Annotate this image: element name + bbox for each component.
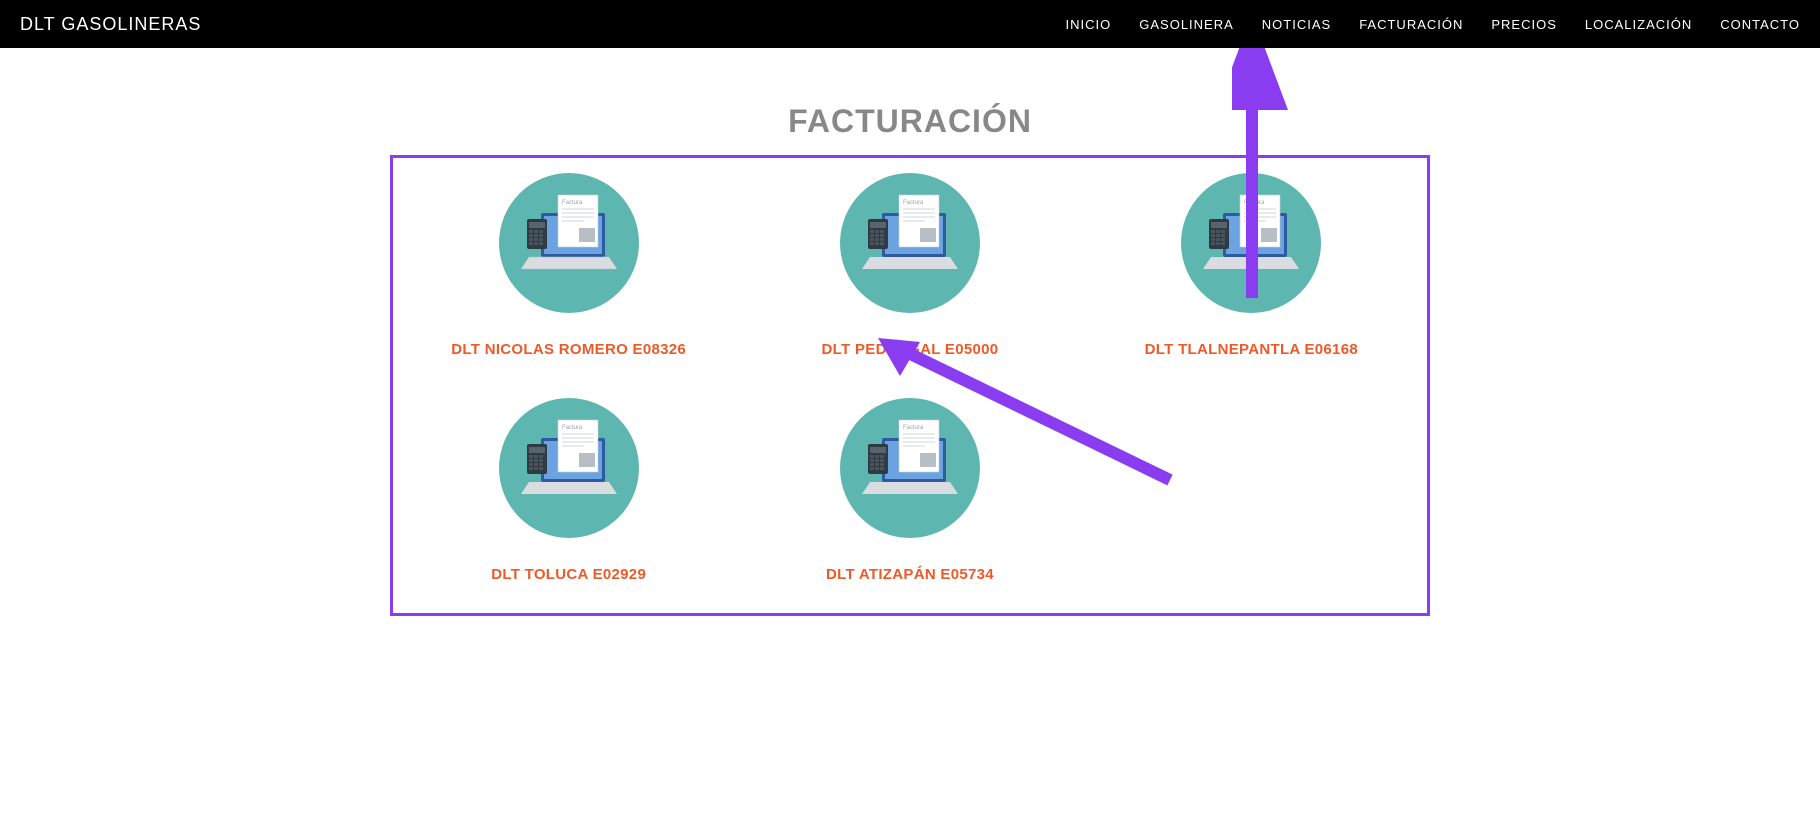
svg-text:Factura: Factura xyxy=(562,200,583,206)
svg-text:Factura: Factura xyxy=(903,200,924,206)
nav-link-contacto[interactable]: CONTACTO xyxy=(1720,17,1800,32)
facturacion-annotation-box: Factura DLT NICOLAS ROMERO xyxy=(390,155,1430,616)
invoice-laptop-icon: Factura xyxy=(499,398,639,538)
invoice-laptop-icon: Factura xyxy=(1181,173,1321,313)
station-card[interactable]: Factura DLT ATIZAPÁN E05734 xyxy=(754,398,1065,583)
station-label: DLT NICOLAS ROMERO E08326 xyxy=(451,341,686,358)
station-card[interactable]: Factura DLT PEDREGAL E05000 xyxy=(754,173,1065,358)
station-label: DLT TLALNEPANTLA E06168 xyxy=(1145,341,1358,358)
invoice-laptop-icon: Factura xyxy=(840,398,980,538)
station-label: DLT PEDREGAL E05000 xyxy=(822,341,999,358)
nav-link-noticias[interactable]: NOTICIAS xyxy=(1262,17,1331,32)
navbar: DLT GASOLINERAS INICIO GASOLINERA NOTICI… xyxy=(0,0,1820,48)
station-card[interactable]: Factura DLT TLALNEPANTLA E0 xyxy=(1096,173,1407,358)
nav-link-localizacion[interactable]: LOCALIZACIÓN xyxy=(1585,17,1692,32)
nav-link-gasolinera[interactable]: GASOLINERA xyxy=(1139,17,1234,32)
invoice-laptop-icon: Factura xyxy=(499,173,639,313)
station-label: DLT TOLUCA E02929 xyxy=(491,566,646,583)
station-card[interactable]: Factura DLT NICOLAS ROMERO xyxy=(413,173,724,358)
svg-text:Factura: Factura xyxy=(562,425,583,431)
nav-link-precios[interactable]: PRECIOS xyxy=(1491,17,1557,32)
station-card[interactable]: Factura DLT TOLUCA E02929 xyxy=(413,398,724,583)
station-grid: Factura DLT NICOLAS ROMERO xyxy=(413,173,1407,583)
nav-link-facturacion[interactable]: FACTURACIÓN xyxy=(1359,17,1463,32)
invoice-laptop-icon: Factura xyxy=(840,173,980,313)
svg-text:Factura: Factura xyxy=(903,425,924,431)
svg-text:Factura: Factura xyxy=(1244,200,1265,206)
nav-links: INICIO GASOLINERA NOTICIAS FACTURACIÓN P… xyxy=(1066,17,1800,32)
station-label: DLT ATIZAPÁN E05734 xyxy=(826,566,994,583)
nav-link-inicio[interactable]: INICIO xyxy=(1066,17,1112,32)
page-title: FACTURACIÓN xyxy=(0,103,1820,140)
brand-title[interactable]: DLT GASOLINERAS xyxy=(20,14,201,35)
